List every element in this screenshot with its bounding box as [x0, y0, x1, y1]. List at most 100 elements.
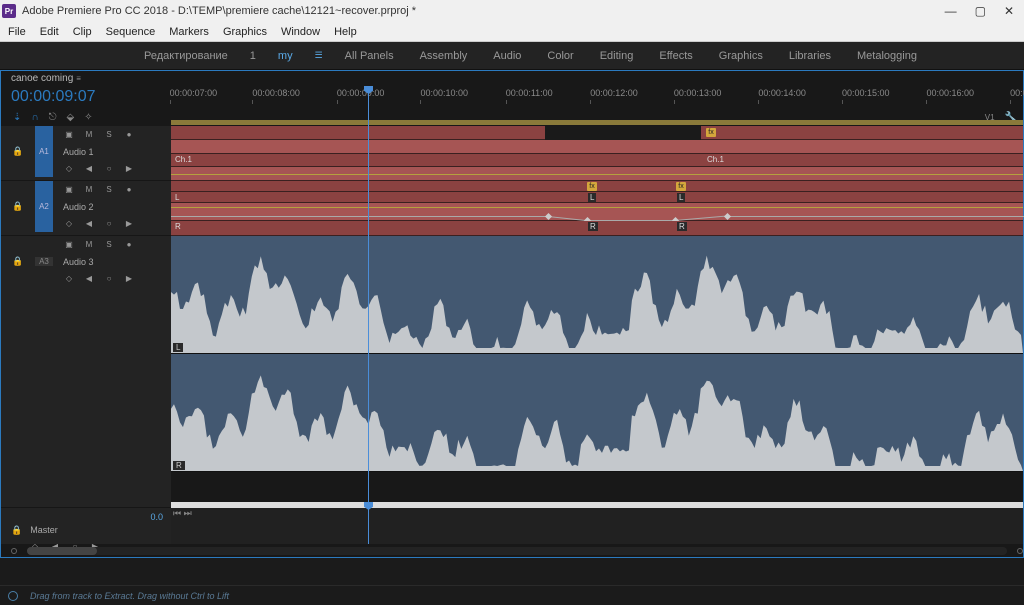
ruler-tick: 00:00:13:00 [674, 88, 722, 98]
keyframe-4[interactable] [724, 213, 731, 220]
workspace-editing-tab[interactable]: Editing [596, 50, 638, 62]
track-headers: ▣ M S ● 🔒 A1 Audio 1 ◇ ◀ ○ ▶ [1, 126, 171, 508]
timeline-scrollbar-thumb[interactable] [171, 502, 1023, 508]
ruler-tick: 00:00:16:00 [926, 88, 974, 98]
menu-graphics[interactable]: Graphics [223, 26, 267, 38]
status-bar: Drag from track to Extract. Drag without… [0, 585, 1024, 605]
zoom-out-button[interactable] [11, 548, 17, 554]
a3-eye-icon[interactable]: ▣ [63, 239, 75, 251]
a1-target[interactable]: A1 [35, 143, 53, 160]
a2-L-mark1: L [588, 193, 596, 202]
workspace-my[interactable]: my [274, 50, 297, 62]
goto-start-icon[interactable]: ⏮ [173, 508, 181, 518]
menu-help[interactable]: Help [334, 26, 357, 38]
a2-add-kf[interactable]: ○ [103, 218, 115, 230]
a1-lock-icon[interactable]: 🔒 [12, 146, 23, 157]
a3-mute-button[interactable]: M [83, 239, 95, 251]
a3-clip-area[interactable]: L R [171, 236, 1023, 472]
workspace-effects[interactable]: Effects [655, 50, 696, 62]
menu-edit[interactable]: Edit [40, 26, 59, 38]
fx-badge-a2-l[interactable]: fx [587, 182, 597, 191]
time-ruler[interactable]: 00:00:07:0000:00:08:0000:00:09:0000:00:1… [161, 86, 1023, 108]
workspace-editing[interactable]: Редактирование [140, 50, 232, 62]
a3-next-kf[interactable]: ▶ [123, 273, 135, 285]
close-button[interactable]: ✕ [1004, 4, 1014, 18]
workspace-audio[interactable]: Audio [489, 50, 525, 62]
h-scrollbar[interactable] [27, 547, 1007, 555]
workspace-metalogging[interactable]: Metalogging [853, 50, 921, 62]
a1-solo-button[interactable]: S [103, 129, 115, 141]
work-area-bar[interactable] [171, 120, 1023, 125]
workspace-menu-icon[interactable]: ☰ [315, 50, 323, 61]
master-header: 0.0 🔒 Master ◇ ◀ ○ ▶ [1, 508, 171, 544]
menu-file[interactable]: File [8, 26, 26, 38]
a2-lock-icon[interactable]: 🔒 [12, 201, 23, 212]
a2-eye-icon[interactable]: ▣ [63, 184, 75, 196]
master-lock-icon[interactable]: 🔒 [11, 525, 22, 536]
master-value[interactable]: 0.0 [1, 512, 171, 522]
playhead-timecode[interactable]: 00:00:09:07 [1, 88, 161, 106]
a1-level-line[interactable] [171, 174, 1023, 175]
a1-clip-area[interactable]: fx Ch.1 Ch.1 [171, 126, 1023, 181]
waveform-right[interactable]: R [171, 354, 1023, 472]
insert-tool-icon[interactable]: ⇣ [13, 112, 21, 123]
track-header-a3[interactable]: ▣ M S ● 🔒 A3 Audio 3 ◇ ◀ ○ ▶ [1, 236, 171, 508]
a1-mute-button[interactable]: M [83, 129, 95, 141]
maximize-button[interactable]: ▢ [975, 4, 986, 18]
a3-lock-icon[interactable]: 🔒 [12, 256, 23, 267]
a2-keyframe-icon[interactable]: ◇ [63, 218, 75, 230]
a1-eye-icon[interactable]: ▣ [63, 129, 75, 141]
a3-target[interactable]: A3 [35, 257, 53, 266]
a3-rec-icon[interactable]: ● [123, 239, 135, 251]
a2-prev-kf[interactable]: ◀ [83, 218, 95, 230]
a2-clip-area[interactable]: fx fx L L L R R [171, 181, 1023, 236]
master-playhead[interactable] [368, 502, 369, 544]
snap-icon[interactable]: ∩ [31, 112, 38, 123]
fx-badge-a1[interactable]: fx [706, 128, 716, 137]
goto-end-icon[interactable]: ⏭ [184, 508, 192, 518]
workspace-assembly[interactable]: Assembly [416, 50, 472, 62]
a3-add-kf[interactable]: ○ [103, 273, 115, 285]
menu-markers[interactable]: Markers [169, 26, 209, 38]
a1-keyframe-icon[interactable]: ◇ [63, 163, 75, 175]
playhead[interactable] [368, 86, 369, 508]
timeline-content[interactable]: fx Ch.1 Ch.1 fx fx L L L [171, 126, 1023, 508]
workspace-bar: Редактирование 1 my ☰ All Panels Assembl… [0, 42, 1024, 70]
a1-next-kf[interactable]: ▶ [123, 163, 135, 175]
track-header-a1[interactable]: ▣ M S ● 🔒 A1 Audio 1 ◇ ◀ ○ ▶ [1, 126, 171, 181]
workspace-graphics[interactable]: Graphics [715, 50, 767, 62]
track-header-a2[interactable]: ▣ M S ● 🔒 A2 Audio 2 ◇ ◀ ○ ▶ [1, 181, 171, 236]
a1-add-kf[interactable]: ○ [103, 163, 115, 175]
settings-icon[interactable]: ✧ [84, 112, 92, 123]
waveform-left[interactable]: L [171, 236, 1023, 354]
workspace-allpanels[interactable]: All Panels [341, 50, 398, 62]
sequence-tab[interactable]: canoe coming ≡ [0, 70, 1024, 86]
zoom-in-button[interactable] [1017, 548, 1023, 554]
a2-rec-icon[interactable]: ● [123, 184, 135, 196]
menu-sequence[interactable]: Sequence [106, 26, 156, 38]
a2-next-kf[interactable]: ▶ [123, 218, 135, 230]
a2-solo-button[interactable]: S [103, 184, 115, 196]
a3-keyframe-icon[interactable]: ◇ [63, 273, 75, 285]
a1-prev-kf[interactable]: ◀ [83, 163, 95, 175]
workspace-color[interactable]: Color [543, 50, 577, 62]
h-scroll-thumb[interactable] [27, 547, 97, 555]
a3-prev-kf[interactable]: ◀ [83, 273, 95, 285]
link-icon[interactable]: ⎋ [49, 112, 57, 123]
a1-rec-icon[interactable]: ● [123, 129, 135, 141]
a3-solo-button[interactable]: S [103, 239, 115, 251]
keyframe-1[interactable] [545, 213, 552, 220]
a2-target[interactable]: A2 [35, 198, 53, 215]
minimize-button[interactable]: — [945, 4, 957, 18]
a2-mute-button[interactable]: M [83, 184, 95, 196]
menu-window[interactable]: Window [281, 26, 320, 38]
master-timeline[interactable]: ⏮ ⏭ [171, 508, 1023, 544]
workspace-libraries[interactable]: Libraries [785, 50, 835, 62]
fx-badge-a2-r[interactable]: fx [676, 182, 686, 191]
a2-level-line-top[interactable] [171, 207, 1023, 208]
menu-clip[interactable]: Clip [73, 26, 92, 38]
marker-icon[interactable]: ⬙ [67, 112, 75, 123]
sequence-menu-icon[interactable]: ≡ [76, 74, 81, 83]
ruler-tick: 00:00:10:00 [420, 88, 468, 98]
a3-name: Audio 3 [53, 257, 94, 267]
